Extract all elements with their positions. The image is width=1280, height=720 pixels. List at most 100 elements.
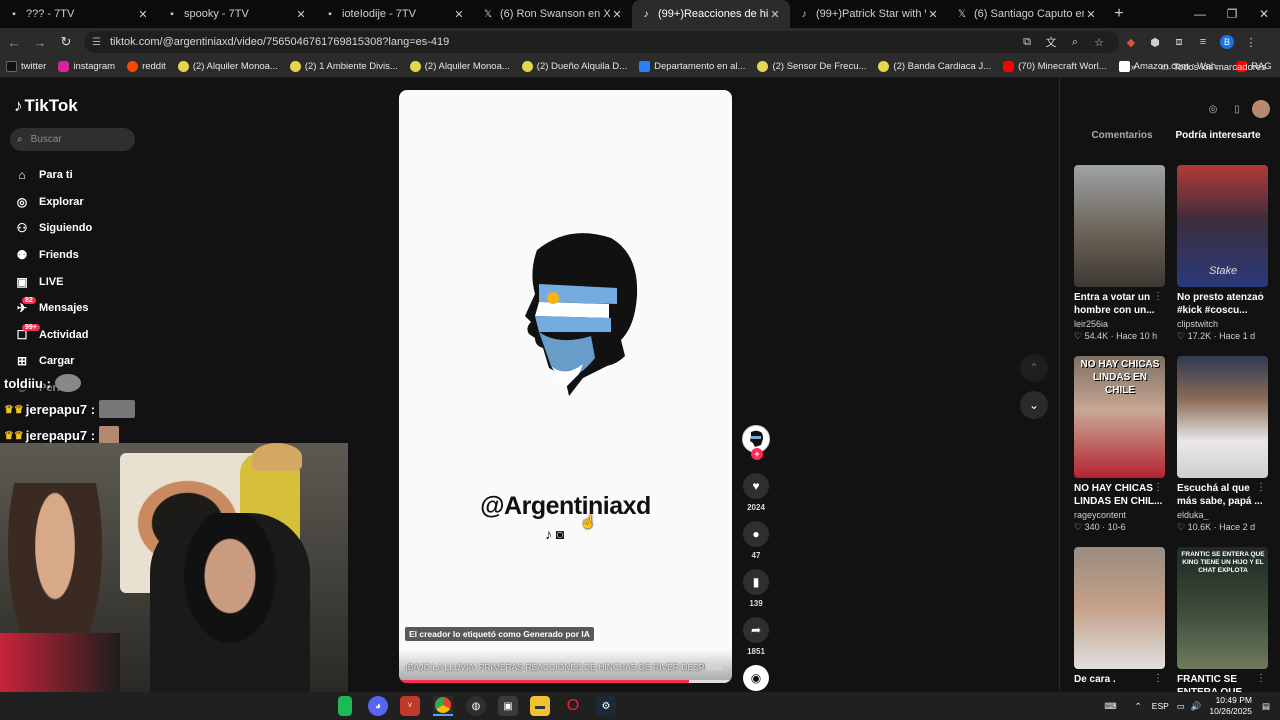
chrome-icon[interactable] [433, 696, 453, 716]
keyboard-icon[interactable]: ⌨ [1104, 701, 1116, 712]
tab-podria-interesarte[interactable]: Podría interesarte [1170, 130, 1266, 146]
all-bookmarks-folder[interactable]: ▭ Todos los marcadores [1154, 62, 1272, 73]
steam-icon[interactable]: ⚙ [596, 696, 616, 716]
browser-tab[interactable]: ▪??? - 7TV ✕ [0, 0, 158, 28]
new-tab-button[interactable]: + [1106, 0, 1132, 28]
browser-tab[interactable]: 𝕏(6) Santiago Caputo en X: "Apr✕ [948, 0, 1106, 28]
close-icon[interactable]: ✕ [926, 8, 940, 21]
tiktok-logo[interactable]: ♪ TikTok [14, 96, 78, 116]
compass-icon[interactable]: ◎ [1204, 100, 1222, 118]
reload-icon[interactable]: ↻ [54, 30, 78, 54]
browser-tab-active[interactable]: ♪(99+)Reacciones de hinchas de✕ [632, 0, 790, 28]
video-player[interactable]: @Argentiniaxd ♪ ◙ El creador lo etiquetó… [399, 90, 732, 683]
clock[interactable]: 10:49 PM 10/26/2025 [1209, 695, 1252, 717]
volume-icon[interactable]: 🔊 [1191, 701, 1202, 712]
bookmark-item[interactable]: (2) Dueño Alquila D... [516, 61, 633, 72]
bookmark-item[interactable]: (2) Alquiler Monoa... [172, 61, 284, 72]
language-indicator[interactable]: ESP [1152, 701, 1169, 711]
recommended-video-card[interactable]: Escuchá al que más sabe, papá ... ⋮ eldu… [1177, 356, 1268, 533]
close-icon[interactable]: ✕ [452, 8, 466, 21]
sidebar-item-friends[interactable]: ⚉ Friends [14, 242, 174, 269]
folder-icon[interactable]: ▬ [530, 696, 550, 716]
extension-icon[interactable]: ◆ [1119, 30, 1143, 54]
bookmark-item[interactable]: (70) Minecraft Worl... [997, 61, 1113, 72]
recommended-video-card[interactable]: Stake No presto atenzao #kick #coscu... … [1177, 165, 1268, 342]
close-icon[interactable]: ✕ [610, 8, 624, 21]
comment-button[interactable]: ● 47 [741, 521, 771, 560]
sidebar-item-actividad[interactable]: ☐ 99+ Actividad [14, 322, 174, 349]
follow-plus-icon[interactable]: + [751, 448, 763, 460]
back-icon[interactable]: ← [2, 30, 26, 54]
extensions-puzzle-icon[interactable]: ⧈ [1167, 30, 1191, 54]
recommended-video-card[interactable]: Entra a votar un hombre con un... ⋮ leir… [1074, 165, 1165, 342]
recommended-video-card[interactable]: NO HAY CHICAS LINDAS EN CHILE NO HAY CHI… [1074, 356, 1165, 533]
bookmark-item[interactable]: reddit [121, 61, 172, 72]
more-options-icon[interactable]: ⋮ [1256, 291, 1266, 302]
recommended-video-card[interactable]: De cara . ⋮ hautiiiaadram191 [1074, 547, 1165, 711]
recommended-video-card[interactable]: FRANTIC SE ENTERA QUE KING TIENE UN HIJO… [1177, 547, 1268, 699]
video-thumbnail[interactable] [1074, 165, 1165, 287]
bookmark-item[interactable]: Departamento en al... [633, 61, 751, 72]
more-options-icon[interactable]: ⋮ [1153, 673, 1163, 684]
sidebar-item-siguiendo[interactable]: ⚇ Siguiendo [14, 215, 174, 242]
sidebar-item-live[interactable]: ▣ LIVE [14, 268, 174, 295]
browser-tab[interactable]: ♪(99+)Patrick Star with Water Ju✕ [790, 0, 948, 28]
site-info-icon[interactable]: ☰ [92, 37, 104, 48]
sidebar-item-explorar[interactable]: ◎ Explorar [14, 189, 174, 216]
install-app-icon[interactable]: ⧉ [1015, 30, 1039, 54]
previous-video-button[interactable]: ⌃ [1020, 354, 1048, 382]
search-input[interactable]: ⌕ Buscar [10, 128, 135, 151]
video-thumbnail[interactable] [1177, 356, 1268, 478]
bookmark-item[interactable]: (2) Alquiler Monoa... [404, 61, 516, 72]
close-icon[interactable]: ✕ [136, 8, 150, 21]
video-thumbnail[interactable]: FRANTIC SE ENTERA QUE KING TIENE UN HIJO… [1177, 547, 1268, 669]
browser-tab[interactable]: ▪ ioteIodije - 7TV ✕ [316, 0, 474, 28]
avatar[interactable] [1252, 100, 1270, 118]
more-options-icon[interactable]: ⋮ [1256, 482, 1266, 493]
sound-avatar-button[interactable]: ◉ [741, 665, 771, 691]
close-icon[interactable]: ✕ [294, 8, 308, 21]
spotify-icon[interactable] [338, 696, 352, 716]
sidebar-item-mensajes[interactable]: ✈ 82 Mensajes [14, 295, 174, 322]
zoom-icon[interactable]: ⌕ [1063, 30, 1087, 54]
save-button[interactable]: ▮ 139 [741, 569, 771, 608]
notifications-icon[interactable]: ▤ [1262, 701, 1270, 712]
creator-avatar-button[interactable]: + [741, 425, 771, 460]
minimize-icon[interactable]: — [1184, 0, 1216, 28]
terminal-icon[interactable]: ▣ [498, 696, 518, 716]
close-icon[interactable]: ✕ [1084, 8, 1098, 21]
browser-tab[interactable]: ▪ spooky - 7TV ✕ [158, 0, 316, 28]
obs-icon[interactable]: ◍ [466, 696, 486, 716]
tab-comentarios[interactable]: Comentarios [1074, 130, 1170, 146]
network-icon[interactable]: ▭ [1177, 701, 1185, 712]
more-options-icon[interactable]: ⋮ [1256, 673, 1266, 684]
close-icon[interactable]: ✕ [768, 8, 782, 21]
bookmark-item[interactable]: (2) Sensor De Frecu... [751, 61, 872, 72]
bookmark-item[interactable]: instagram [52, 61, 121, 72]
share-button[interactable]: ➦ 1851 [741, 617, 771, 656]
opera-icon[interactable]: O [563, 696, 583, 716]
extension-icon[interactable]: ⬢ [1143, 30, 1167, 54]
video-progress-bar[interactable] [399, 680, 732, 683]
address-bar[interactable]: ☰ tiktok.com/@argentiniaxd/video/7565046… [84, 31, 1119, 53]
chevron-right-icon[interactable]: » [1131, 62, 1136, 73]
bookmark-item[interactable]: (2) Banda Cardiaca J... [872, 61, 997, 72]
more-link[interactable]: más [706, 662, 722, 672]
video-thumbnail[interactable] [1074, 547, 1165, 669]
bookmark-item[interactable]: twitter [0, 61, 52, 72]
browser-tab[interactable]: 𝕏(6) Ron Swanson en X: "Mira qu✕ [474, 0, 632, 28]
forward-icon[interactable]: → [28, 30, 52, 54]
translate-icon[interactable]: 文 [1039, 30, 1063, 54]
profile-button[interactable]: B [1215, 30, 1239, 54]
like-button[interactable]: ♥ 2024 [741, 473, 771, 512]
sidebar-item-cargar[interactable]: ⊞ Cargar [14, 348, 174, 375]
video-thumbnail[interactable]: Stake [1177, 165, 1268, 287]
discord-icon[interactable]: ◕ [368, 696, 388, 716]
device-icon[interactable]: ▯ [1228, 100, 1246, 118]
menu-kebab-icon[interactable]: ⋮ [1239, 30, 1263, 54]
tab-search-icon[interactable]: ≡ [1191, 30, 1215, 54]
bookmark-star-icon[interactable]: ☆ [1087, 30, 1111, 54]
vencer-app-icon[interactable]: V [400, 696, 420, 716]
restore-icon[interactable]: ❐ [1216, 0, 1248, 28]
close-window-icon[interactable]: ✕ [1248, 0, 1280, 28]
